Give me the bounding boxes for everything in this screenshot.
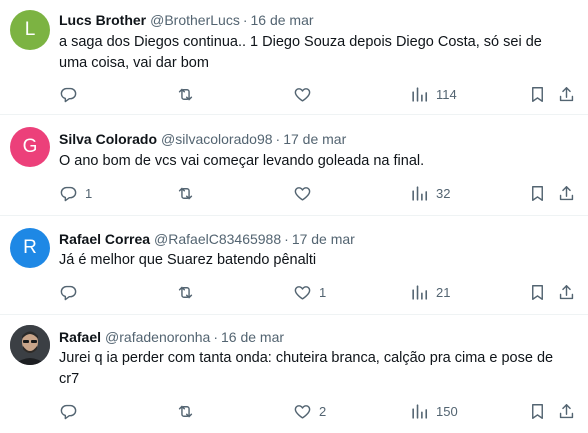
bookmark-icon <box>528 283 547 302</box>
reply-icon <box>59 283 78 302</box>
avatar-letter: R <box>23 237 37 258</box>
retweet-icon <box>176 402 195 421</box>
share-icon <box>557 184 576 203</box>
tweet-date[interactable]: 17 de mar <box>283 131 346 147</box>
avatar[interactable]: R <box>10 228 50 268</box>
share-icon <box>557 283 576 302</box>
reply-icon <box>59 402 78 421</box>
retweet-icon <box>176 283 195 302</box>
tweet-text: Jurei q ia perder com tanta onda: chutei… <box>59 350 554 387</box>
heart-icon <box>293 283 312 302</box>
views-icon <box>410 283 429 302</box>
view-count: 114 <box>436 86 457 102</box>
views-button[interactable]: 150 <box>410 401 458 421</box>
avatar[interactable]: G <box>10 127 50 167</box>
bookmark-button[interactable] <box>528 401 547 421</box>
like-button[interactable]: 1 <box>293 282 326 302</box>
bookmark-icon <box>528 402 547 421</box>
bookmark-button[interactable] <box>528 84 547 104</box>
reply-icon <box>59 85 78 104</box>
reply-button[interactable]: 1 <box>59 183 92 203</box>
separator-dot: · <box>275 131 281 147</box>
share-icon <box>557 402 576 421</box>
bookmark-button[interactable] <box>528 282 547 302</box>
reply-button[interactable] <box>59 401 85 421</box>
bookmark-icon <box>528 184 547 203</box>
retweet-button[interactable] <box>176 401 202 421</box>
tweet-header: Lucs Brother @BrotherLucs · 16 de mar <box>59 11 314 29</box>
heart-icon <box>293 85 312 104</box>
share-button[interactable] <box>557 401 576 421</box>
avatar-letter: G <box>22 136 38 157</box>
reply-count: 1 <box>85 185 93 201</box>
views-icon <box>410 402 429 421</box>
bookmark-button[interactable] <box>528 183 547 203</box>
avatar[interactable]: L <box>10 10 50 50</box>
reply-icon <box>59 184 78 203</box>
user-photo-avatar <box>10 325 50 365</box>
tweet-header: Rafael Correa @RafaelC83465988 · 17 de mar <box>59 230 355 248</box>
tweet-header: Silva Colorado @silvacolorado98 · 17 de mar <box>59 130 346 148</box>
share-button[interactable] <box>557 282 576 302</box>
retweet-button[interactable] <box>176 84 202 104</box>
tweet-date[interactable]: 16 de mar <box>221 329 284 345</box>
view-count: 150 <box>436 403 458 419</box>
avatar[interactable] <box>10 325 50 365</box>
share-icon <box>557 85 576 104</box>
tweet[interactable]: Rafael @rafadenoronha · 16 de mar Jurei q i… <box>0 315 588 433</box>
views-button[interactable]: 32 <box>410 183 450 203</box>
heart-icon <box>293 184 312 203</box>
share-button[interactable] <box>557 84 576 104</box>
display-name[interactable]: Rafael <box>59 329 101 345</box>
tweet-actions: 2 150 <box>0 401 588 421</box>
reply-button[interactable] <box>59 282 85 302</box>
like-count: 2 <box>319 403 327 419</box>
separator-dot: · <box>213 329 218 345</box>
tweet-date[interactable]: 16 de mar <box>251 12 314 28</box>
avatar-letter: L <box>24 19 36 40</box>
tweet-header: Rafael @rafadenoronha · 16 de mar <box>59 328 284 346</box>
retweet-icon <box>176 85 195 104</box>
tweet[interactable]: L Lucs Brother @BrotherLucs · 16 de mar a s… <box>0 0 588 115</box>
display-name[interactable]: Rafael Correa <box>59 231 150 247</box>
display-name[interactable]: Silva Colorado <box>59 131 157 147</box>
user-handle[interactable]: @RafaelC83465988 <box>154 231 281 247</box>
user-handle[interactable]: @silvacolorado98 <box>161 131 273 147</box>
view-count: 21 <box>436 284 451 300</box>
bookmark-icon <box>528 85 547 104</box>
heart-icon <box>293 402 312 421</box>
views-icon <box>410 184 429 203</box>
separator-dot: · <box>242 12 248 28</box>
user-handle[interactable]: @rafadenoronha <box>105 329 210 345</box>
separator-dot: · <box>284 231 289 247</box>
like-button[interactable] <box>293 84 319 104</box>
retweet-icon <box>176 184 195 203</box>
tweet-text: Já é melhor que Suarez batendo pênalti <box>59 252 317 268</box>
tweet[interactable]: G Silva Colorado @silvacolorado98 · 17 de m… <box>0 115 588 216</box>
retweet-button[interactable] <box>176 282 202 302</box>
views-button[interactable]: 114 <box>410 84 457 104</box>
tweet-actions: 1 32 <box>0 183 588 203</box>
display-name[interactable]: Lucs Brother <box>59 12 146 28</box>
reply-button[interactable] <box>59 84 85 104</box>
view-count: 32 <box>436 185 451 201</box>
share-button[interactable] <box>557 183 576 203</box>
tweet-text: a saga dos Diegos continua.. 1 Diego Sou… <box>59 34 542 71</box>
views-icon <box>410 85 429 104</box>
like-count: 1 <box>319 284 327 300</box>
tweet-actions: 1 21 <box>0 282 588 302</box>
like-button[interactable] <box>293 183 319 203</box>
tweet-actions: 114 <box>0 84 588 104</box>
retweet-button[interactable] <box>176 183 202 203</box>
views-button[interactable]: 21 <box>410 282 450 302</box>
user-handle[interactable]: @BrotherLucs <box>150 12 240 28</box>
tweet[interactable]: R Rafael Correa @RafaelC83465988 · 17 de ma… <box>0 216 588 315</box>
tweet-date[interactable]: 17 de mar <box>292 231 355 247</box>
tweet-text: O ano bom de vcs vai começar levando gol… <box>59 153 425 169</box>
like-button[interactable]: 2 <box>293 401 326 421</box>
